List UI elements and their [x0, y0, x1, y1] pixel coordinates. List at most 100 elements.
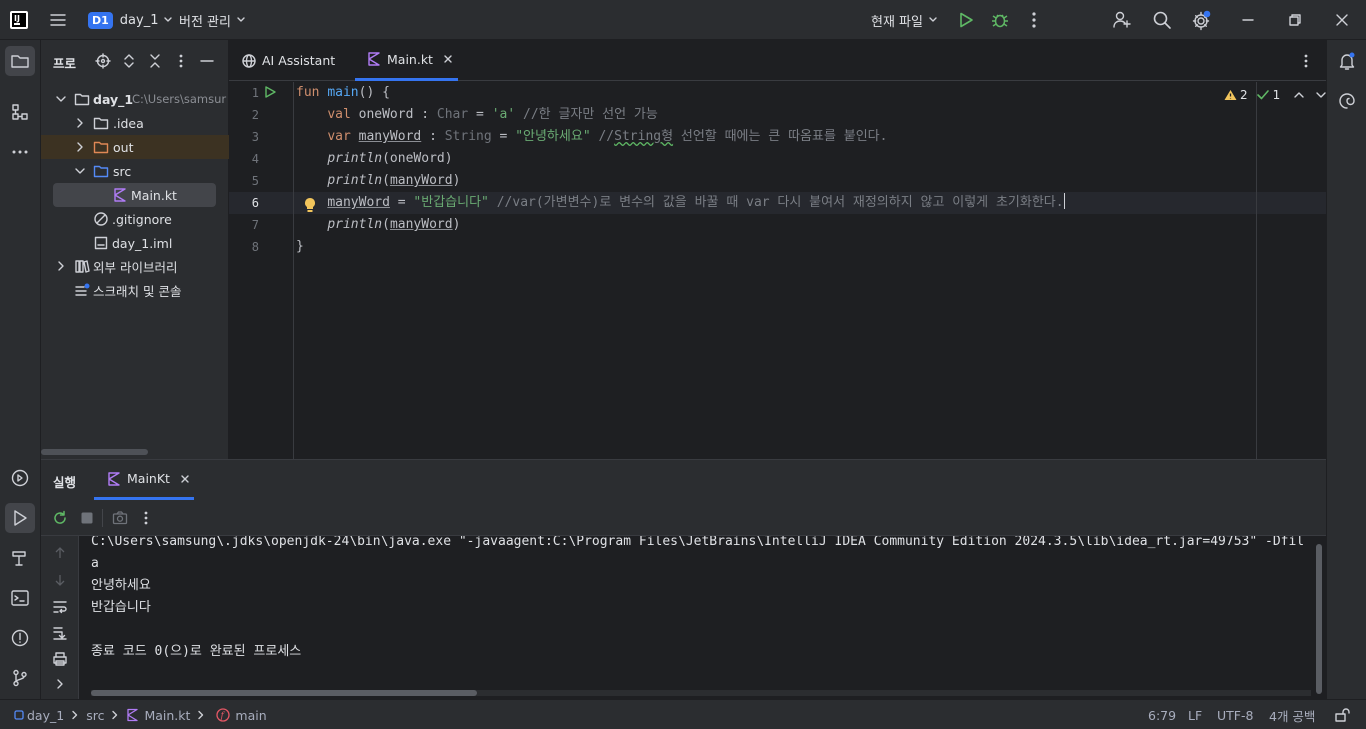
chevron-right-icon[interactable]	[54, 678, 66, 690]
search-icon[interactable]	[1152, 10, 1172, 30]
more-tools-button[interactable]	[5, 137, 35, 167]
tree-item-gitignore[interactable]: .gitignore	[41, 207, 229, 231]
tab-ai-assistant[interactable]: AI Assistant	[241, 40, 356, 81]
tab-mainkt[interactable]: MainKt	[94, 460, 194, 500]
breadcrumb-file[interactable]: Main.kt	[144, 708, 190, 723]
terminal-tool-button[interactable]	[5, 583, 35, 613]
chevron-up-icon[interactable]	[1293, 89, 1305, 101]
code-text: =	[468, 107, 492, 122]
camera-icon[interactable]	[112, 510, 128, 526]
notifications-button[interactable]	[1332, 46, 1362, 76]
problems-tool-button[interactable]	[5, 623, 35, 653]
folder-icon	[11, 55, 29, 68]
scroll-to-end-icon[interactable]	[52, 625, 68, 641]
services-tool-button[interactable]	[5, 463, 35, 493]
expand-all-icon[interactable]	[121, 53, 137, 69]
ai-assistant-button[interactable]	[1332, 86, 1362, 116]
type-name: Char	[436, 107, 469, 122]
globe-icon	[242, 53, 256, 68]
code-text: (	[382, 173, 390, 188]
options-icon[interactable]	[173, 53, 189, 69]
code-line-7[interactable]: println(manyWord)	[296, 214, 460, 236]
arrow-up-icon[interactable]	[53, 546, 67, 560]
tree-item-day1[interactable]: day_1 C:\Users\samsur	[41, 87, 229, 111]
restore-icon[interactable]	[1286, 11, 1304, 29]
project-panel-title[interactable]: 프로	[53, 53, 76, 72]
more-options-icon[interactable]	[139, 510, 153, 526]
tree-item-day1-iml[interactable]: day_1.iml	[41, 231, 229, 255]
tab-main-kt[interactable]: Main.kt	[355, 40, 458, 81]
breadcrumb-function[interactable]: main	[235, 708, 266, 723]
app-logo-icon[interactable]: IJ	[9, 10, 29, 30]
project-switcher[interactable]: D1 day_1	[88, 10, 173, 30]
add-user-icon[interactable]	[1112, 10, 1132, 30]
locate-icon[interactable]	[95, 53, 111, 69]
more-actions-icon[interactable]	[1026, 11, 1042, 29]
console-output[interactable]: C:\Users\samsung\.jdks\openjdk-24\bin\ja…	[79, 536, 1326, 700]
code-line-2[interactable]: val oneWord : Char = 'a' //한 글자만 선언 가능	[296, 104, 658, 126]
code-line-4[interactable]: println(oneWord)	[296, 148, 452, 170]
minimize-icon[interactable]	[1239, 11, 1257, 29]
stop-icon[interactable]	[80, 511, 94, 525]
main-menu-icon[interactable]	[49, 11, 67, 29]
close-tab-icon[interactable]	[179, 473, 191, 485]
run-config-selector[interactable]: 현재 파일	[871, 10, 938, 30]
caret-position[interactable]: 6:79	[1148, 700, 1176, 729]
comment: //var(가변변수)로 변수의 값을 바꿀 때 var 다시 붙여서 재정의하…	[488, 195, 1064, 210]
structure-tool-button[interactable]	[5, 97, 35, 127]
console-vertical-scrollbar[interactable]	[1316, 544, 1322, 694]
print-icon[interactable]	[52, 651, 68, 667]
chevron-right-icon	[77, 118, 83, 128]
arrow-down-icon[interactable]	[53, 573, 67, 587]
line-number: 3	[251, 130, 259, 144]
run-icon	[14, 510, 27, 526]
tree-item-out[interactable]: out	[41, 135, 229, 159]
debug-button[interactable]	[990, 10, 1010, 30]
function-call: println	[327, 151, 383, 166]
hide-icon[interactable]	[199, 53, 215, 69]
code-line-6[interactable]: manyWord = "반갑습니다" //var(가변변수)로 변수의 값을 바…	[296, 192, 1065, 214]
read-only-toggle[interactable]	[1334, 700, 1350, 729]
code-line-1[interactable]: fun main() {	[296, 82, 390, 104]
breadcrumb-project[interactable]: day_1	[27, 708, 64, 723]
folder-icon	[74, 93, 90, 106]
chevron-down-icon	[237, 17, 245, 22]
tree-item-idea[interactable]: .idea	[41, 111, 229, 135]
build-tool-button[interactable]	[5, 543, 35, 573]
chevron-down-icon[interactable]	[1315, 89, 1327, 101]
tabs-menu-icon[interactable]	[1299, 53, 1313, 69]
tree-item-label: src	[113, 163, 132, 179]
inspection-widget[interactable]: 2 1	[1224, 88, 1327, 102]
file-encoding[interactable]: UTF-8	[1217, 700, 1253, 729]
run-button[interactable]	[957, 11, 975, 29]
services-icon	[11, 469, 29, 487]
kotlin-file-icon	[114, 188, 126, 202]
project-horizontal-scrollbar[interactable]	[41, 449, 148, 455]
line-separator[interactable]: LF	[1188, 700, 1202, 729]
code-line-8[interactable]: }	[296, 236, 304, 258]
tree-item-scratches[interactable]: 스크래치 및 콘솔	[41, 278, 229, 302]
project-tool-button[interactable]	[5, 46, 35, 76]
chevron-right-icon	[112, 710, 118, 720]
tree-item-main-kt[interactable]: Main.kt	[53, 183, 216, 207]
rerun-icon[interactable]	[52, 510, 68, 526]
soft-wrap-icon[interactable]	[52, 599, 68, 615]
tree-item-src[interactable]: src	[41, 159, 229, 183]
run-panel-title[interactable]: 실행	[53, 472, 76, 491]
collapse-all-icon[interactable]	[147, 53, 163, 69]
run-tool-button[interactable]	[5, 503, 35, 533]
close-tab-icon[interactable]	[442, 53, 454, 65]
run-toolbar	[41, 500, 1326, 536]
code-line-5[interactable]: println(manyWord)	[296, 170, 460, 192]
console-line: 종료 코드 0(으)로 완료된 프로세스	[91, 644, 302, 659]
vcs-menu[interactable]: 버전 관리	[179, 10, 246, 30]
indent-setting[interactable]: 4개 공백	[1269, 700, 1315, 729]
console-horizontal-scrollbar[interactable]	[91, 690, 477, 696]
breadcrumb-src[interactable]: src	[86, 708, 104, 723]
close-window-icon[interactable]	[1333, 11, 1351, 29]
code-line-3[interactable]: var manyWord : String = "안녕하세요" //String…	[296, 126, 887, 148]
run-gutter-icon[interactable]	[263, 85, 277, 99]
tree-item-external-libraries[interactable]: 외부 라이브러리	[41, 254, 229, 278]
settings-icon[interactable]	[1191, 9, 1213, 31]
git-tool-button[interactable]	[5, 663, 35, 693]
